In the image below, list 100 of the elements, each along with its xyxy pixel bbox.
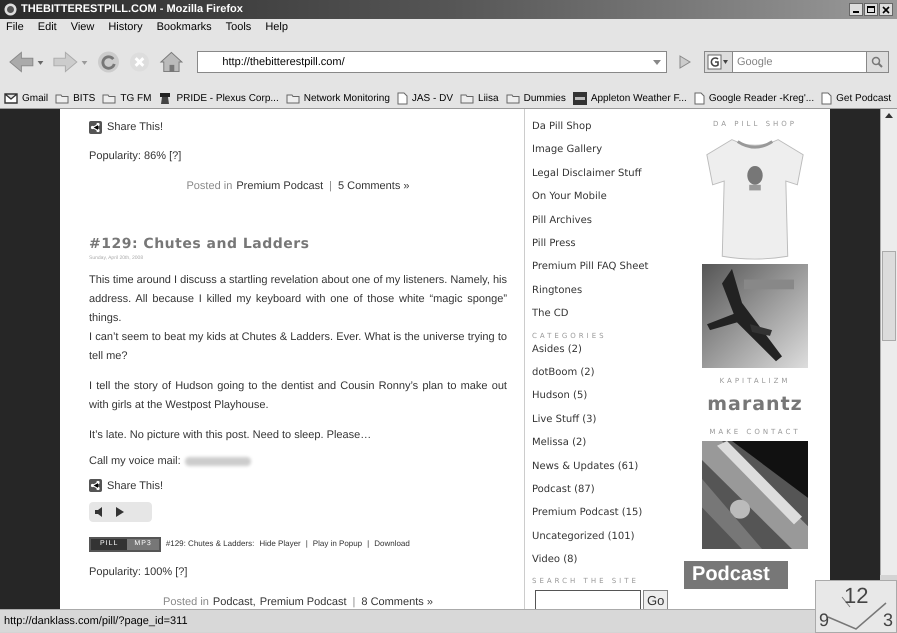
menu-item[interactable]: Tools xyxy=(226,18,252,36)
share-link[interactable]: Share This! xyxy=(107,119,164,136)
folder-icon xyxy=(286,93,300,104)
address-field[interactable]: http://thebitterestpill.com/ xyxy=(197,51,667,73)
page-link[interactable]: Da Pill Shop xyxy=(532,120,680,134)
player-link[interactable]: Play in Popup xyxy=(312,538,362,550)
posted-label: Posted in xyxy=(186,178,232,194)
menu-item[interactable]: Edit xyxy=(38,18,57,36)
page-link[interactable]: Pill Press xyxy=(532,236,680,251)
scrollbar-thumb[interactable] xyxy=(882,251,896,341)
menu-item[interactable]: History xyxy=(108,18,143,36)
page-link[interactable]: Premium Pill FAQ Sheet xyxy=(532,260,680,274)
player-link[interactable]: Hide Player xyxy=(259,538,301,550)
page-icon xyxy=(821,92,832,105)
bookmark-item[interactable]: Get Podcast xyxy=(821,91,892,106)
body-text: I can’t seem to beat my kids at Chutes & Ladders. Ever. What is the universe trying to tell me? xyxy=(89,330,507,364)
menu-item[interactable]: Help xyxy=(265,18,288,36)
back-icon[interactable] xyxy=(8,50,44,74)
post-title[interactable]: #129: Chutes and Ladders xyxy=(89,234,507,255)
clock-numeral: 3 xyxy=(882,611,893,629)
maximize-icon[interactable] xyxy=(864,3,878,16)
folder-icon xyxy=(506,93,520,104)
separator: | xyxy=(329,178,332,194)
bookmark-item[interactable]: Gmail xyxy=(4,91,48,106)
category-link[interactable]: News & Updates (61) xyxy=(532,460,680,474)
figure-icon xyxy=(158,92,172,105)
body-text: Call my voice mail: xyxy=(89,454,181,469)
page-icon xyxy=(396,92,408,105)
category-link[interactable]: Premium Podcast (15) xyxy=(532,506,680,520)
category-link[interactable]: Premium Podcast xyxy=(260,594,347,609)
search-icon[interactable] xyxy=(866,52,888,72)
bookmark-item[interactable]: Network Monitoring xyxy=(286,91,390,106)
body-text: It’s late. No picture with this post. Need to sleep. Please… xyxy=(89,428,372,443)
bookmark-item[interactable]: Appleton Weather F... xyxy=(572,91,687,106)
dropdown-caret-icon[interactable] xyxy=(652,58,662,66)
bookmark-item[interactable]: Dummies xyxy=(506,91,566,106)
search-box[interactable]: Google xyxy=(704,51,889,73)
podcast-banner[interactable]: Podcast xyxy=(684,561,788,589)
folder-icon xyxy=(460,93,474,104)
page-link[interactable]: Ringtones xyxy=(532,284,680,298)
share-link[interactable]: Share This! xyxy=(107,478,164,494)
bookmark-item[interactable]: Liisa xyxy=(460,91,499,106)
clock-numeral: 9 xyxy=(819,611,830,629)
category-link[interactable]: Video (8) xyxy=(532,553,680,568)
play-icon[interactable] xyxy=(115,507,124,517)
page-icon xyxy=(694,92,705,105)
search-field[interactable]: Google xyxy=(732,54,866,70)
menu-item[interactable]: View xyxy=(70,18,94,36)
page-link[interactable]: Legal Disclaimer Stuff xyxy=(532,166,680,181)
volume-icon[interactable] xyxy=(95,507,103,517)
share-icon[interactable] xyxy=(89,120,102,134)
close-icon[interactable] xyxy=(879,3,893,16)
category-link[interactable]: Podcast, xyxy=(212,594,256,609)
mail-icon xyxy=(4,93,18,104)
reload-icon[interactable] xyxy=(96,50,120,74)
separator: | xyxy=(352,594,356,609)
page-link[interactable]: The CD xyxy=(532,307,680,322)
episode-label: #129: Chutes & Ladders: xyxy=(166,538,254,550)
bookmark-item[interactable]: JAS - DV xyxy=(396,91,454,106)
search-engine-icon[interactable] xyxy=(704,52,733,72)
separator: | xyxy=(367,538,370,550)
share-icon[interactable] xyxy=(89,479,102,492)
bookmark-item[interactable]: Google Reader -Kreg'... xyxy=(694,91,814,106)
category-link[interactable]: Asides (2) xyxy=(532,342,680,357)
body-text: Popularity: 86% [?] xyxy=(89,148,182,164)
body-text: Popularity: 100% [?] xyxy=(89,564,188,580)
comments-link[interactable]: 8 Comments » xyxy=(361,594,433,609)
home-icon[interactable] xyxy=(158,50,184,74)
menu-item[interactable]: Bookmarks xyxy=(156,18,212,36)
comments-link[interactable]: 5 Comments » xyxy=(338,178,410,194)
category-link[interactable]: dotBoom (2) xyxy=(532,366,680,380)
category-link[interactable]: Live Stuff (3) xyxy=(532,412,680,427)
page-link[interactable]: Image Gallery xyxy=(532,143,680,158)
folder-icon xyxy=(55,93,70,104)
clock-numeral: 12 xyxy=(844,585,868,607)
page-link[interactable]: Pill Archives xyxy=(532,214,680,228)
menu-item[interactable]: File xyxy=(6,18,24,36)
separator: | xyxy=(306,538,308,550)
scrollbar[interactable] xyxy=(880,109,897,575)
bookmark-item[interactable]: PRIDE - Plexus Corp... xyxy=(158,91,279,106)
category-link[interactable]: Melissa (2) xyxy=(532,436,680,450)
category-link[interactable]: Hudson (5) xyxy=(532,389,680,404)
bookmark-item[interactable]: TG FM xyxy=(102,91,152,106)
browser-logo-icon xyxy=(4,3,17,16)
body-text: I tell the story of Hudson going to the dentist and Cousin Ronny’s plan to make out with girls at the Westpost Playhouse. xyxy=(89,379,507,413)
minimize-icon[interactable] xyxy=(849,3,863,16)
posted-label: Posted in xyxy=(163,594,209,609)
clock-widget-overlay[interactable]: 12 9 3 xyxy=(815,580,897,633)
status-text: http://danklass.com/pill/?page_id=311 xyxy=(4,614,188,629)
go-button[interactable]: Go xyxy=(643,590,668,609)
category-link[interactable]: Premium Podcast xyxy=(236,178,324,194)
window-title: THEBITTERESTPILL.COM - Mozilla Firefox xyxy=(21,2,243,18)
page-link[interactable]: On Your Mobile xyxy=(532,190,680,204)
blurred-text xyxy=(184,456,251,466)
folder-icon xyxy=(102,93,116,104)
player-link[interactable]: Download xyxy=(374,538,410,550)
category-link[interactable]: Uncategorized (101) xyxy=(532,530,680,544)
bookmark-item[interactable]: BITS xyxy=(55,91,96,106)
category-link[interactable]: Podcast (87) xyxy=(532,482,680,497)
brand-logo[interactable]: marantz xyxy=(707,390,803,418)
